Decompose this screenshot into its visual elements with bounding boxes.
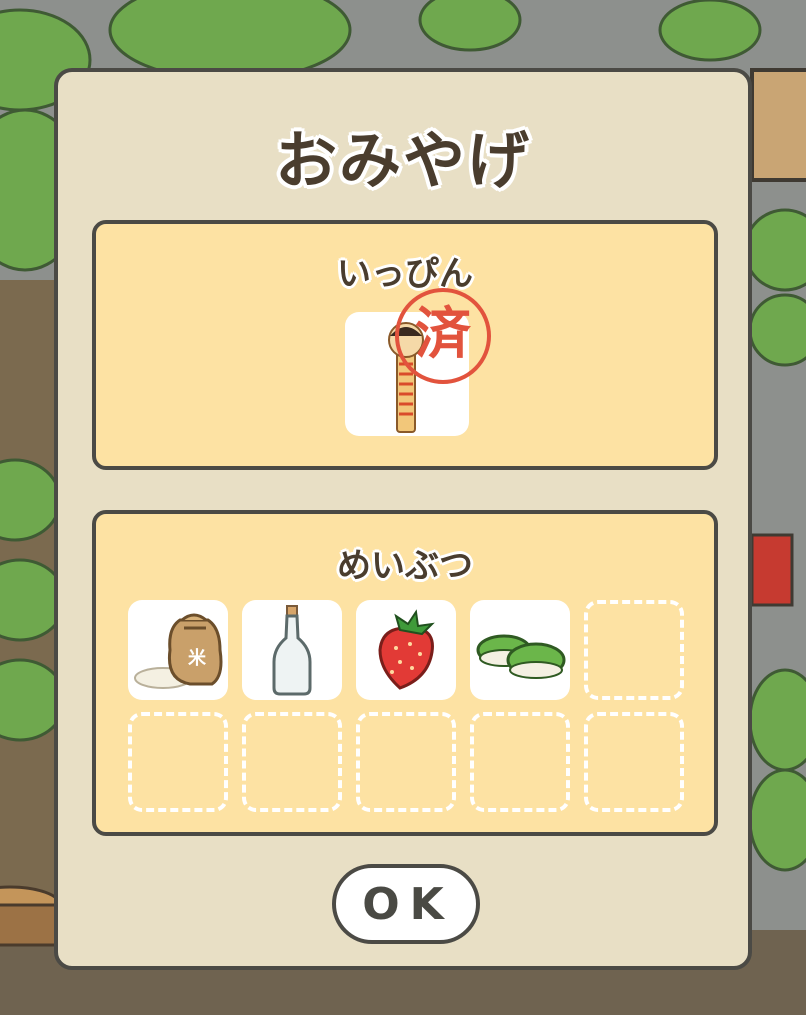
goods-slot-mochi[interactable] bbox=[470, 600, 570, 700]
goods-slot-empty bbox=[470, 712, 570, 812]
goods-slot-bottle[interactable] bbox=[242, 600, 342, 700]
goods-slot-empty bbox=[584, 712, 684, 812]
collected-stamp: 済 bbox=[395, 288, 491, 384]
specialty-item-slot[interactable]: 済 bbox=[345, 288, 491, 436]
svg-text:米: 米 bbox=[188, 647, 207, 669]
rice-bag-icon: 米 bbox=[134, 613, 223, 689]
specialty-label: いっぴん bbox=[337, 254, 473, 294]
glass-bottle-icon bbox=[272, 605, 312, 696]
strawberry-icon bbox=[378, 609, 435, 690]
local-goods-label: めいぶつ bbox=[337, 546, 473, 586]
local-goods-panel: めいぶつ 米 bbox=[92, 510, 718, 836]
goods-slot-strawberry[interactable] bbox=[356, 600, 456, 700]
souvenir-dialog: おみやげ いっぴん 済 めいぶつ 米 OK bbox=[54, 68, 752, 970]
ok-button[interactable]: OK bbox=[332, 864, 480, 944]
goods-slot-empty bbox=[356, 712, 456, 812]
specialty-panel: いっぴん 済 bbox=[92, 220, 718, 470]
goods-slot-empty bbox=[584, 600, 684, 700]
dialog-title: おみやげ bbox=[274, 124, 531, 197]
goods-slot-empty bbox=[242, 712, 342, 812]
green-mochi-icon bbox=[476, 634, 566, 679]
goods-slot-empty bbox=[128, 712, 228, 812]
goods-slot-rice[interactable]: 米 bbox=[128, 600, 228, 700]
